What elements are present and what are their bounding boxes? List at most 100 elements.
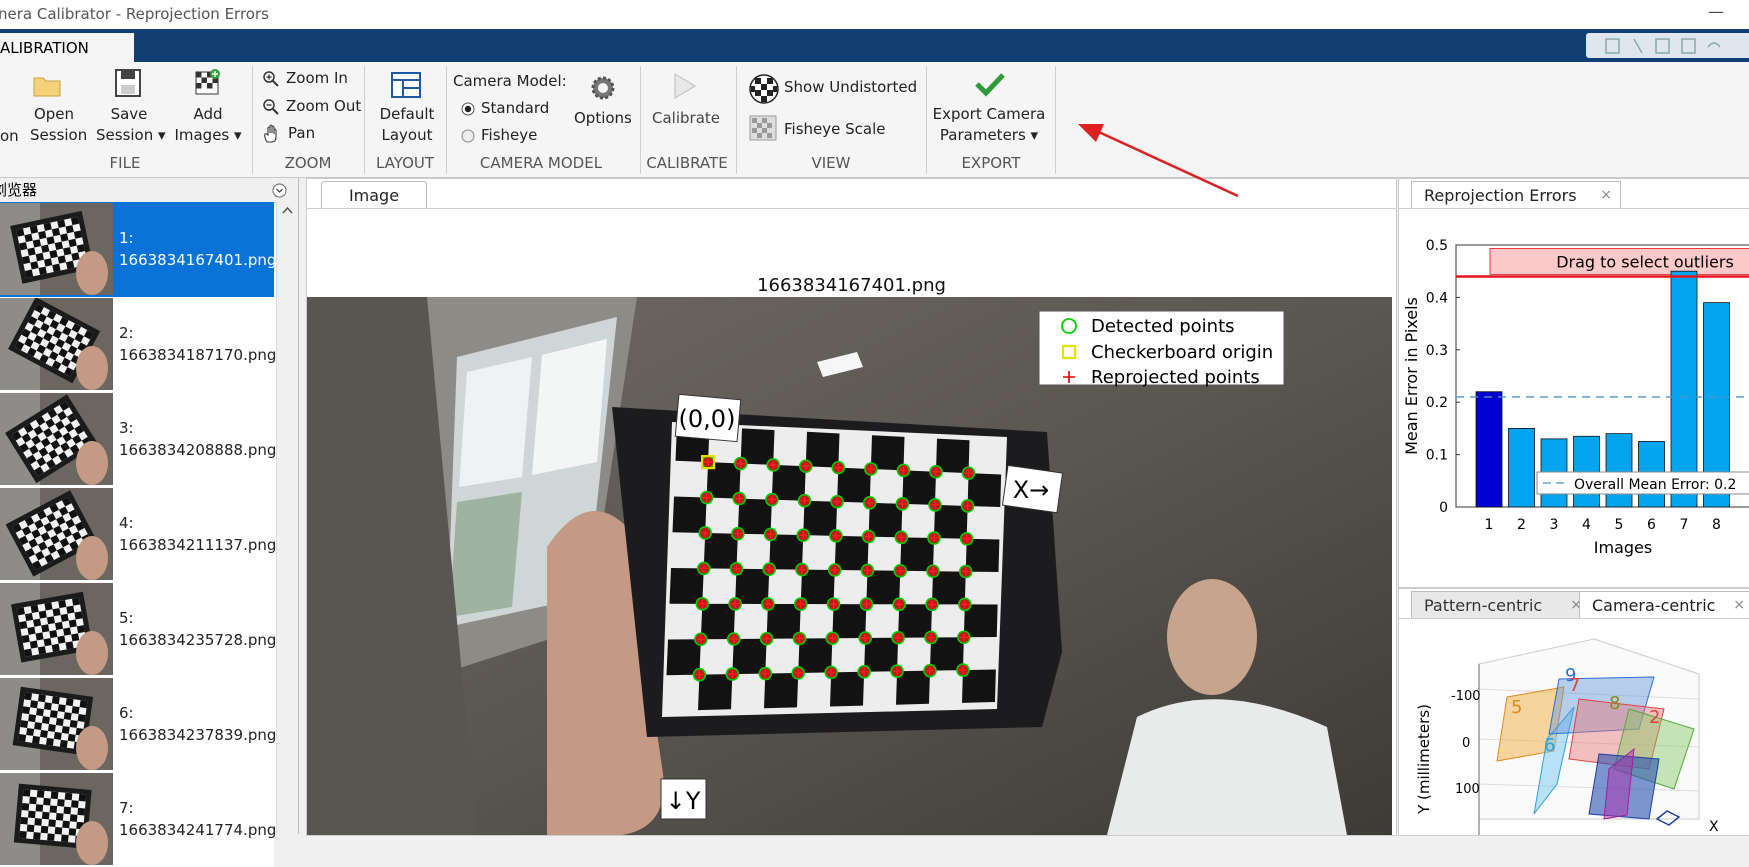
extrinsics-panel: Pattern-centric × Camera-centric × -100 … — [1398, 588, 1749, 836]
tab-calibration[interactable]: ALIBRATION — [0, 33, 134, 62]
zoom-out-button[interactable]: Zoom Out — [286, 97, 361, 115]
list-item[interactable]: 4: 1663834211137.png — [0, 487, 277, 582]
layout-label-2: Layout — [381, 126, 433, 144]
tab-pattern-centric[interactable]: Pattern-centric × — [1411, 591, 1591, 619]
export-camera-parameters-button[interactable]: Export Camera Parameters ▾ — [930, 104, 1048, 146]
extrinsics-3d-plot[interactable]: -100 0 100 Y (millimeters) 9 5 7 8 6 2 X — [1399, 619, 1749, 835]
list-item-label: 3: 1663834208888.png — [119, 417, 276, 461]
image-title: 1663834167401.png — [757, 275, 946, 296]
export-label-2: Parameters ▾ — [939, 126, 1039, 144]
add-images-button[interactable] — [194, 68, 222, 102]
separator — [926, 66, 927, 174]
image-index: 3: — [119, 419, 134, 437]
scrollbar[interactable] — [276, 202, 298, 834]
x-tick-label: 5 — [1615, 517, 1624, 533]
calibration-image[interactable]: (0,0) X→ ↓Y Detected points Checkerboard… — [307, 297, 1392, 835]
x-tick-label: 8 — [1712, 517, 1721, 533]
separator — [640, 66, 641, 174]
pan-button[interactable]: Pan — [288, 124, 315, 142]
quick-access-toolbar — [1586, 33, 1749, 58]
default-layout-button[interactable]: Default Layout — [372, 104, 442, 146]
list-item[interactable]: 5: 1663834235728.png — [0, 582, 276, 677]
list-item[interactable]: 6: 1663834237839.png — [0, 677, 276, 772]
save-session-button[interactable] — [114, 68, 142, 102]
add-images-label[interactable]: Add Images ▾ — [172, 104, 244, 146]
options-button[interactable]: Options — [574, 109, 632, 127]
error-bar[interactable] — [1508, 427, 1535, 508]
separator — [736, 66, 737, 174]
group-calibrate: CALIBRATE — [646, 154, 728, 172]
legend-reprojected: Reprojected points — [1091, 367, 1260, 388]
image-filename: 1663834208888.png — [119, 441, 277, 459]
error-bar[interactable] — [1605, 433, 1633, 508]
list-item[interactable]: 7: 1663834241774.png — [0, 772, 276, 867]
thumbnail-image — [0, 678, 113, 770]
image-filename: 1663834211137.png — [119, 536, 277, 554]
pan-hand-icon — [264, 124, 277, 143]
ribbon: on Open Session Save Session ▾ Add Image… — [0, 62, 1749, 178]
list-item-label: 2: 1663834187170.png — [119, 322, 276, 366]
group-zoom: ZOOM — [284, 154, 332, 172]
zoom-out-icon — [263, 99, 279, 115]
checkmark-icon — [975, 73, 1005, 97]
save-icon — [115, 69, 141, 97]
close-icon[interactable]: × — [1733, 592, 1745, 619]
list-item-label: 7: 1663834241774.png — [119, 797, 276, 841]
radio-standard[interactable] — [461, 102, 475, 116]
separator — [1055, 66, 1056, 174]
list-item[interactable]: 3: 1663834208888.png — [0, 392, 276, 487]
reprojection-error-chart[interactable]: Drag to select outliers 0 0.1 0.2 0.3 0.4 0.5… — [1399, 209, 1749, 587]
close-icon[interactable]: × — [1600, 182, 1612, 209]
thumbnail-image — [0, 773, 113, 865]
y-tick-label: 0.4 — [1426, 290, 1448, 306]
x-axis-label: X→ — [1013, 476, 1050, 504]
default-layout-icon — [391, 72, 421, 98]
save-label-1: Save — [110, 105, 148, 123]
poses-x-axis-label: X — [1709, 819, 1719, 835]
show-undistorted-button[interactable]: Show Undistorted — [784, 78, 917, 96]
open-label-1: Open — [33, 105, 75, 123]
play-icon — [674, 73, 696, 99]
list-item[interactable]: 1: 1663834167401.png — [0, 202, 276, 297]
scroll-up-icon[interactable] — [277, 202, 298, 220]
y-tick-label: 0 — [1439, 500, 1448, 516]
zoom-in-button[interactable]: Zoom In — [286, 69, 348, 87]
image-index: 4: — [119, 514, 134, 532]
open-session-label: Open Session — [30, 104, 88, 146]
tab-underline — [307, 208, 1396, 209]
radio-fisheye[interactable] — [461, 129, 475, 143]
standard-option[interactable]: Standard — [481, 99, 549, 117]
tab-image[interactable]: Image — [321, 181, 427, 209]
folder-icon — [33, 77, 61, 97]
minimize-button[interactable]: — — [1708, 2, 1724, 21]
image-index: 1: — [119, 229, 134, 247]
browser-header: 浏览器 — [0, 178, 298, 203]
open-label-2: Session — [30, 126, 88, 144]
y-tick-label: 0.2 — [1426, 395, 1448, 411]
group-camera-model: CAMERA MODEL — [479, 154, 603, 172]
fisheye-option[interactable]: Fisheye — [481, 126, 537, 144]
x-tick-label: 2 — [1517, 517, 1526, 533]
fisheye-scale-button[interactable]: Fisheye Scale — [784, 120, 885, 138]
camera-centric-label: Camera-centric — [1592, 596, 1716, 615]
board-label-6: 6 — [1544, 735, 1555, 756]
tab-reprojection-errors[interactable]: Reprojection Errors × — [1411, 181, 1621, 209]
annotation-arrow — [1078, 124, 1239, 198]
pattern-centric-label: Pattern-centric — [1424, 596, 1543, 615]
calibrate-button[interactable]: Calibrate — [652, 109, 720, 127]
new-session-label[interactable]: on — [0, 126, 19, 147]
image-panel: Image 1663834167401.png (0,0) X→ ↓Y Dete… — [306, 178, 1397, 836]
image-index: 5: — [119, 609, 134, 627]
tab-camera-centric[interactable]: Camera-centric × — [1579, 591, 1749, 619]
list-item[interactable]: 2: 1663834187170.png — [0, 297, 276, 392]
separator — [364, 66, 365, 174]
group-file: FILE — [109, 154, 141, 172]
camera-model-label: Camera Model: — [453, 72, 567, 90]
error-bar[interactable] — [1475, 391, 1503, 508]
quick-access-icons[interactable] — [1586, 33, 1749, 58]
reprojection-tab-label: Reprojection Errors — [1424, 186, 1577, 205]
chevron-down-icon[interactable] — [272, 183, 287, 198]
save-session-label[interactable]: Save Session ▾ — [96, 104, 166, 146]
thumbnail-image — [0, 583, 113, 675]
ytick-100: 100 — [1455, 782, 1480, 797]
